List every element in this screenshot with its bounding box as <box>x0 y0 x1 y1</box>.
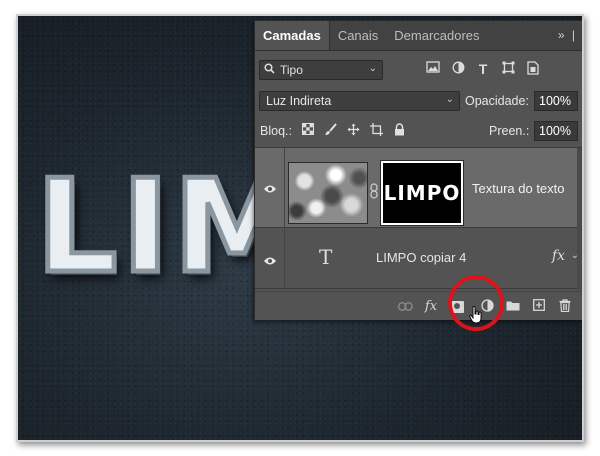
layers-scrollbar[interactable] <box>577 148 582 290</box>
lock-brush-icon[interactable] <box>323 123 338 138</box>
tab-canais[interactable]: Canais <box>330 21 386 50</box>
layer-name-textura[interactable]: Textura do texto <box>472 181 565 196</box>
blend-mode-select[interactable]: Luz Indireta ⌄ <box>259 91 460 111</box>
eye-icon[interactable] <box>263 182 277 193</box>
lock-position-icon[interactable] <box>346 123 361 138</box>
layers-panel: Camadas Canais Demarcadores » | Tipo ⌄ T <box>254 20 582 331</box>
filter-select-value: Tipo <box>280 63 303 77</box>
layer-row-limpo-copiar[interactable]: T LIMPO copiar 4 fx ⌄ <box>255 229 582 289</box>
chevron-down-icon: ⌄ <box>368 63 377 74</box>
tab-demarcadores[interactable]: Demarcadores <box>386 21 487 50</box>
fx-icon[interactable]: fx <box>552 248 565 264</box>
adjustment-filter-icon[interactable] <box>450 61 466 77</box>
smart-object-filter-icon[interactable] <box>525 61 541 77</box>
link-layers-icon[interactable] <box>397 299 413 315</box>
opacity-label: Opacidade: <box>465 94 529 108</box>
filter-icons: T <box>425 61 541 77</box>
type-filter-icon[interactable]: T <box>475 61 491 77</box>
fill-label: Preen.: <box>489 124 530 138</box>
chevron-down-icon: ⌄ <box>445 94 454 105</box>
layer-row-textura[interactable]: LIMPO Textura do texto <box>255 148 582 228</box>
link-chain-icon[interactable] <box>370 183 380 199</box>
opacity-field[interactable]: 100% <box>534 91 578 111</box>
layer-name-limpo-copiar[interactable]: LIMPO copiar 4 <box>376 250 466 265</box>
shape-filter-icon[interactable] <box>500 61 516 77</box>
lock-icons <box>300 123 407 138</box>
layer-thumbnail-texture[interactable] <box>288 162 368 224</box>
new-layer-icon[interactable] <box>531 299 547 315</box>
lock-all-icon[interactable] <box>392 123 407 138</box>
tab-camadas[interactable]: Camadas <box>255 21 330 50</box>
layer-mask-thumbnail[interactable]: LIMPO <box>380 160 464 226</box>
lock-artboard-icon[interactable] <box>369 123 384 138</box>
eye-icon[interactable] <box>263 254 277 265</box>
type-layer-icon: T <box>319 245 333 269</box>
hand-cursor-icon <box>469 306 483 324</box>
lock-transparent-icon[interactable] <box>300 123 315 138</box>
image-filter-icon[interactable] <box>425 61 441 77</box>
search-icon <box>264 63 275 77</box>
layer-filter-select[interactable]: Tipo ⌄ <box>259 60 383 80</box>
lock-label: Bloq.: <box>260 124 292 138</box>
new-group-icon[interactable] <box>505 299 521 315</box>
add-style-icon[interactable]: fx <box>423 299 439 315</box>
blend-mode-value: Luz Indireta <box>266 94 332 108</box>
panel-menu-icon[interactable]: » | <box>558 28 577 42</box>
panel-tabs: Camadas Canais Demarcadores » | <box>255 21 582 51</box>
fill-field[interactable]: 100% <box>534 121 578 141</box>
screenshot-frame: LIMPO Camadas Canais Demarcadores » | Ti… <box>16 14 584 442</box>
delete-layer-icon[interactable] <box>557 299 573 315</box>
panel-bottom-bar: fx <box>255 291 582 320</box>
